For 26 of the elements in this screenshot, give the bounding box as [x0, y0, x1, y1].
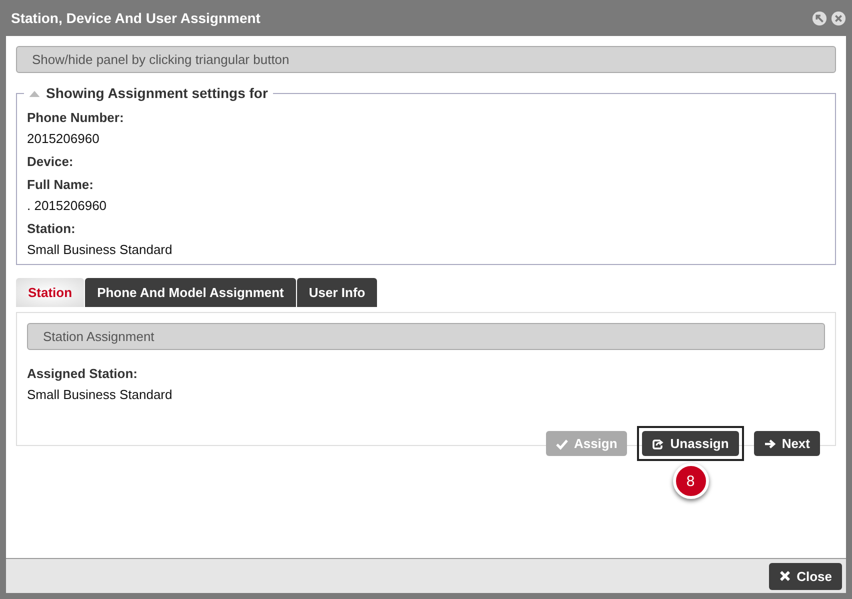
window-title: Station, Device And User Assignment [11, 10, 260, 26]
tab[interactable]: Phone And Model Assignment [85, 278, 296, 307]
section-header: Station Assignment [27, 323, 825, 350]
close-button[interactable]: Close [768, 562, 842, 590]
field-value: Small Business Standard [27, 242, 174, 257]
share-icon [652, 438, 664, 450]
field-label: Phone Number: [27, 110, 125, 125]
field-value: Small Business Standard [27, 387, 174, 402]
collapse-triangle-icon[interactable] [29, 90, 40, 96]
field-label: Station: [27, 221, 76, 236]
action-button[interactable]: Unassign [642, 431, 739, 456]
action-button[interactable]: Next [754, 431, 820, 456]
tab[interactable]: User Info [296, 278, 378, 307]
arrow-right-icon [764, 438, 776, 450]
panel-legend: Showing Assignment settings for [46, 84, 268, 102]
field-value: 2015206960 [27, 131, 100, 146]
restore-icon[interactable] [812, 10, 827, 26]
field-label: Assigned Station: [27, 366, 139, 381]
tab[interactable]: Station [16, 278, 84, 307]
panel-toggle-bar: Show/hide panel by clicking triangular button [16, 46, 836, 73]
check-icon [556, 438, 568, 450]
close-icon [778, 570, 791, 582]
close-icon[interactable] [831, 10, 846, 26]
field-label: Full Name: [27, 177, 94, 192]
field-label: Device: [27, 154, 74, 169]
field-value: . 2015206960 [27, 198, 108, 213]
